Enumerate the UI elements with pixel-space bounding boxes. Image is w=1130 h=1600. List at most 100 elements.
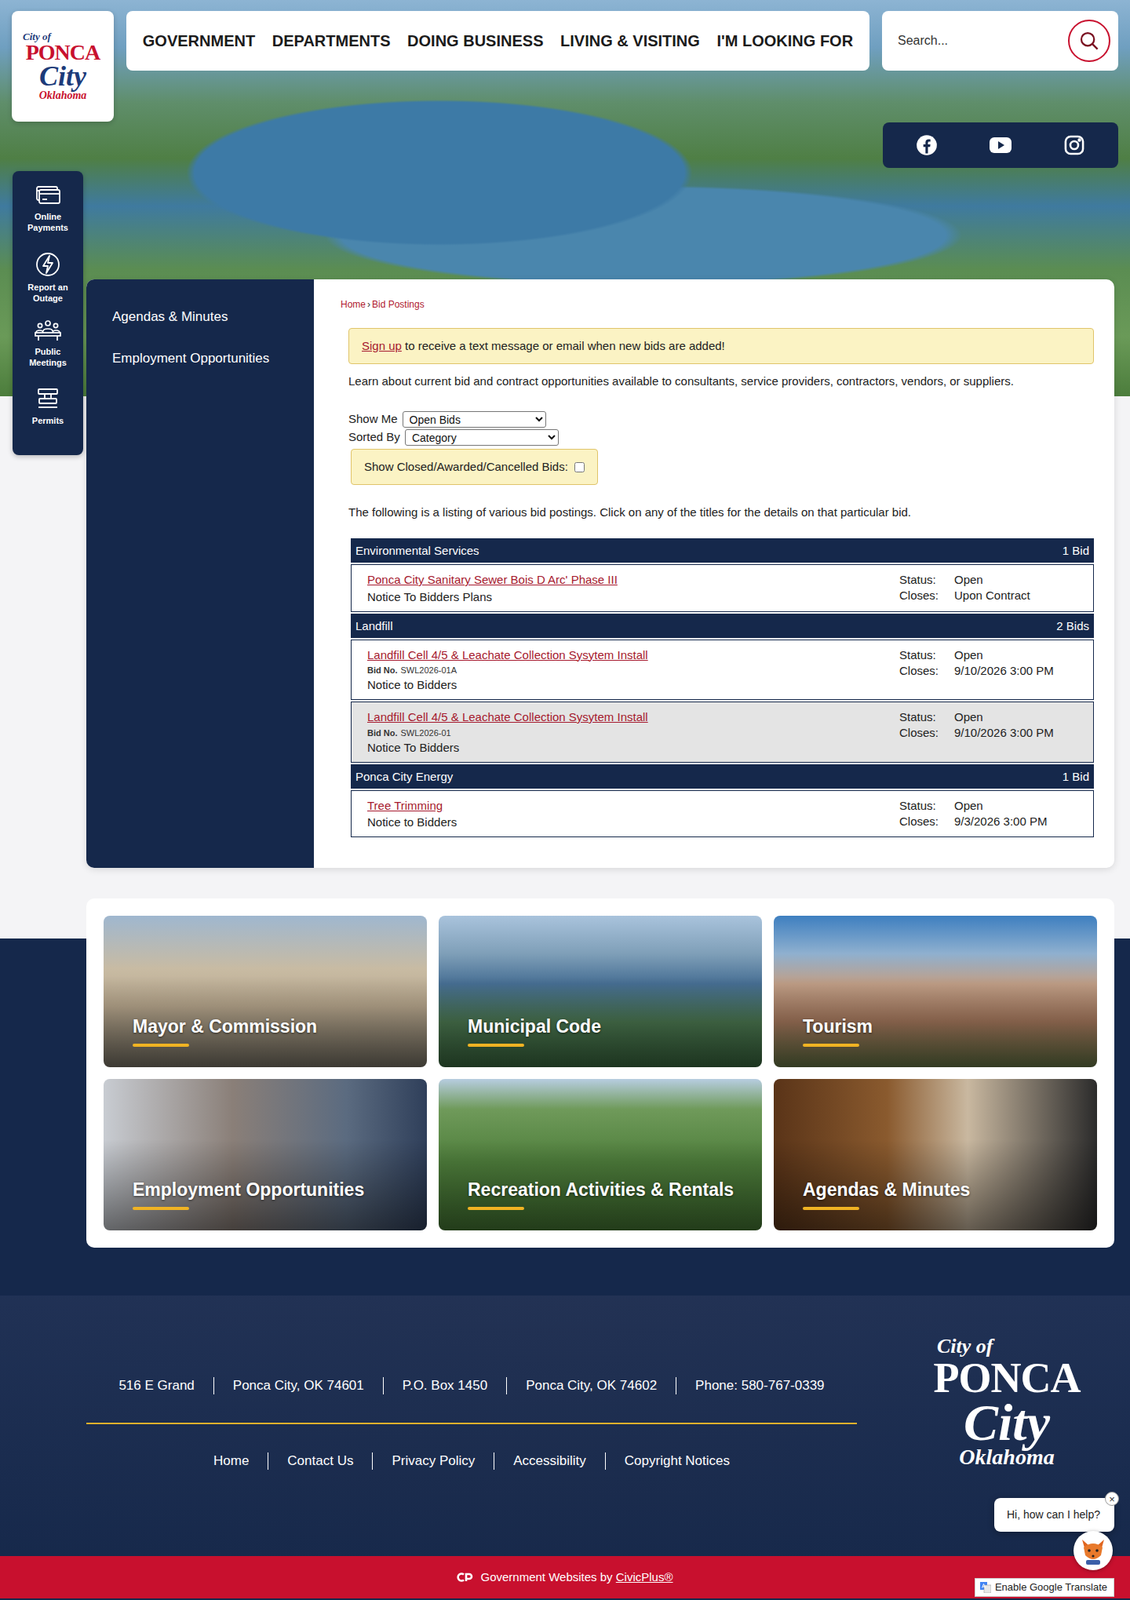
address-item: Ponca City, OK 74602 <box>506 1377 676 1395</box>
breadcrumb-home[interactable]: Home <box>340 298 366 310</box>
footer-link[interactable]: Home <box>194 1452 268 1470</box>
filters: Show MeOpen BidsSorted ByCategory <box>348 410 1094 447</box>
filter-select[interactable]: Category <box>404 429 559 446</box>
nav-item[interactable]: DEPARTMENTS <box>272 29 391 53</box>
tile-underline <box>467 1043 525 1047</box>
chat-message: Hi, how can I help? <box>1006 1508 1101 1521</box>
filter-label: Show Me <box>348 410 398 429</box>
fox-icon <box>1077 1534 1109 1567</box>
bid-title-link[interactable]: Landfill Cell 4/5 & Leachate Collection … <box>367 709 649 726</box>
search-box <box>882 10 1119 71</box>
footer-link[interactable]: Contact Us <box>267 1452 372 1470</box>
sidebar-item[interactable]: Agendas & Minutes <box>112 296 302 339</box>
nav-item[interactable]: I'M LOOKING FOR <box>716 29 853 53</box>
category-count: 1 Bid <box>1062 542 1090 559</box>
header-row: City ofPONCACityOklahoma GOVERNMENT DEPART… <box>11 10 1119 122</box>
permit-stamp-icon <box>35 386 61 412</box>
chat-avatar[interactable] <box>1073 1530 1113 1571</box>
bid-title-link[interactable]: Ponca City Sanitary Sewer Bois D Arc' Ph… <box>367 572 618 588</box>
logo-ponca: PONCA <box>933 1356 1081 1400</box>
bid-title-link[interactable]: Landfill Cell 4/5 & Leachate Collection … <box>367 647 649 664</box>
main-card: Agendas & MinutesEmployment Opportunitie… <box>86 279 1115 868</box>
tile-underline <box>467 1206 525 1211</box>
nav-item[interactable]: LIVING & VISITING <box>560 29 700 53</box>
civicplus-link[interactable]: CivicPlus® <box>616 1570 674 1584</box>
tile-label: Employment Opportunities <box>132 1178 412 1201</box>
category-name: Environmental Services <box>355 542 480 559</box>
youtube-link[interactable] <box>988 136 1013 154</box>
quick-link[interactable]: Public Meetings <box>12 313 84 382</box>
feature-tile[interactable]: Agendas & Minutes <box>773 1078 1098 1231</box>
closes-label: Closes: <box>899 724 955 740</box>
site-logo[interactable]: City ofPONCACityOklahoma <box>11 10 114 122</box>
civicplus-icon <box>456 1571 474 1583</box>
quick-tiles: Mayor & CommissionMunicipal CodeTourism E… <box>86 898 1115 1248</box>
payment-card-icon <box>34 183 62 208</box>
bid-status: Status:OpenCloses:Upon Contract <box>899 571 1094 606</box>
bid-number: Bid No.SWL2026-01 <box>367 726 900 740</box>
closes-label: Closes: <box>899 812 955 829</box>
quick-link[interactable]: Report an Outage <box>12 246 84 314</box>
footer-links: HomeContact UsPrivacy PolicyAccessibilit… <box>86 1452 857 1470</box>
bid-title-link[interactable]: Tree Trimming <box>367 798 443 814</box>
category-name: Landfill <box>355 617 394 635</box>
filter-select[interactable]: Open Bids <box>402 411 547 428</box>
filter-row: Sorted ByCategory <box>348 428 1094 447</box>
sidebar: Agendas & MinutesEmployment Opportunitie… <box>86 279 314 868</box>
facebook-link[interactable] <box>915 134 938 157</box>
bid-row: Tree TrimmingNotice to BiddersStatus:Ope… <box>350 790 1094 839</box>
status-value: Open <box>954 797 1094 813</box>
footer-address: 516 E GrandPonca City, OK 74601P.O. Box … <box>86 1377 857 1425</box>
quick-link[interactable]: Online Payments <box>12 178 84 247</box>
status-value: Open <box>954 708 1094 725</box>
bid-subtitle: Notice To Bidders <box>367 739 900 756</box>
closes-value: 9/10/2026 3:00 PM <box>954 662 1094 678</box>
category-count: 1 Bid <box>1062 768 1090 785</box>
breadcrumb-separator: › <box>367 298 371 310</box>
translate-button[interactable]: Enable Google Translate <box>974 1578 1115 1597</box>
feature-tile[interactable]: Employment Opportunities <box>103 1078 427 1231</box>
bid-row: Landfill Cell 4/5 & Leachate Collection … <box>350 701 1094 763</box>
address-item: P.O. Box 1450 <box>382 1377 507 1395</box>
signup-notice: Sign upto receive a text message or emai… <box>348 328 1094 365</box>
address-item: 516 E Grand <box>99 1377 213 1395</box>
facebook-icon <box>915 134 938 157</box>
footer-link[interactable]: Privacy Policy <box>371 1452 494 1470</box>
quick-links: Online PaymentsReport an OutagePublic Me… <box>12 171 84 456</box>
nav-item[interactable]: GOVERNMENT <box>142 29 256 53</box>
search-button[interactable] <box>1068 19 1111 62</box>
fox-icon <box>1077 1534 1109 1567</box>
chat-close-button[interactable]: × <box>1104 1491 1120 1506</box>
bid-number-value: SWL2026-01 <box>400 728 452 738</box>
breadcrumb-current[interactable]: Bid Postings <box>371 298 425 310</box>
closes-value: Upon Contract <box>954 586 1094 603</box>
chat-bubble[interactable]: Hi, how can I help?× <box>994 1498 1115 1532</box>
nav-item[interactable]: DOING BUSINESS <box>407 29 544 53</box>
instagram-link[interactable] <box>1063 134 1086 157</box>
bid-subtitle: Notice to Bidders <box>367 814 900 831</box>
breadcrumb: Home›Bid Postings <box>340 298 1094 311</box>
quick-link[interactable]: Permits <box>12 381 84 449</box>
translate-label: Enable Google Translate <box>995 1580 1108 1595</box>
main-nav: GOVERNMENT DEPARTMENTS DOING BUSINESS LIVIN… <box>126 10 870 71</box>
feature-tile[interactable]: Municipal Code <box>438 915 762 1068</box>
feature-tile[interactable]: Recreation Activities & Rentals <box>438 1078 762 1231</box>
social-row <box>11 121 1119 168</box>
bid-status: Status:OpenCloses:9/3/2026 3:00 PM <box>899 797 1094 832</box>
bid-number-value: SWL2026-01A <box>400 665 458 675</box>
footer-link[interactable]: Copyright Notices <box>605 1452 749 1470</box>
status-label: Status: <box>899 797 955 813</box>
feature-tile[interactable]: Tourism <box>773 915 1098 1068</box>
tile-label: Agendas & Minutes <box>802 1178 1082 1201</box>
lightning-icon <box>34 251 62 282</box>
footer-info: 516 E GrandPonca City, OK 74601P.O. Box … <box>86 1295 857 1557</box>
sidebar-item[interactable]: Employment Opportunities <box>112 338 302 380</box>
search-input[interactable] <box>896 30 1062 52</box>
feature-tile[interactable]: Mayor & Commission <box>103 915 427 1068</box>
show-closed-checkbox[interactable] <box>574 462 585 473</box>
search-icon <box>1077 29 1101 53</box>
logo-city: City <box>963 1399 1050 1446</box>
footer-link[interactable]: Accessibility <box>493 1452 606 1470</box>
google-translate-icon <box>980 1582 992 1593</box>
signup-link[interactable]: Sign up <box>361 339 402 353</box>
